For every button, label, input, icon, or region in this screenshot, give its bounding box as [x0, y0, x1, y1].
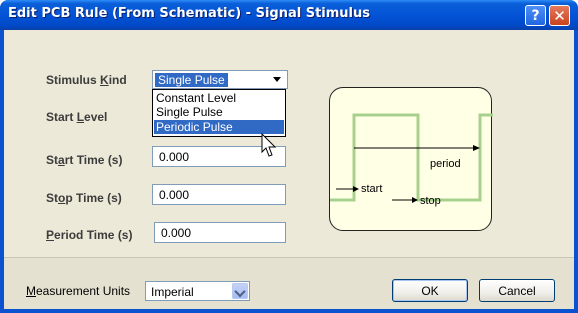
start-level-label: Start Level: [46, 110, 108, 124]
period-time-field[interactable]: 0.000: [154, 222, 286, 243]
start-time-label: Start Time (s): [46, 153, 123, 167]
option-constant-level[interactable]: Constant Level: [154, 91, 284, 105]
stimulus-kind-dropdown[interactable]: Single Pulse: [152, 70, 288, 89]
cancel-button[interactable]: Cancel: [479, 279, 555, 302]
close-icon: ✕: [553, 6, 566, 25]
measurement-units-value: Imperial: [151, 285, 194, 299]
stimulus-waveform-diagram: period start stop: [329, 87, 493, 231]
dialog-client-area: Stimulus Kind Single Pulse Start Level S…: [4, 30, 574, 309]
help-button[interactable]: ?: [525, 5, 546, 26]
period-label: period: [430, 158, 461, 170]
start-label: start: [361, 183, 382, 195]
option-single-pulse[interactable]: Single Pulse: [154, 105, 284, 119]
stop-label: stop: [420, 195, 441, 207]
close-button[interactable]: ✕: [549, 5, 570, 26]
stimulus-kind-value: Single Pulse: [155, 73, 228, 87]
option-periodic-pulse[interactable]: Periodic Pulse: [154, 120, 284, 134]
period-time-label: Period Time (s): [46, 228, 133, 242]
title-bar[interactable]: Edit PCB Rule (From Schematic) - Signal …: [0, 0, 578, 30]
stimulus-kind-options-list: Constant Level Single Pulse Periodic Pul…: [152, 89, 286, 137]
dialog-window: Edit PCB Rule (From Schematic) - Signal …: [0, 0, 578, 313]
measurement-units-dropdown[interactable]: Imperial: [145, 281, 250, 301]
stop-time-field[interactable]: 0.000: [152, 184, 286, 205]
ok-button-label: OK: [421, 283, 439, 298]
stimulus-kind-label: Stimulus Kind: [46, 73, 127, 87]
dropdown-arrow-icon[interactable]: [273, 77, 281, 82]
waveform-graphic: period start stop: [330, 113, 493, 207]
stop-time-label: Stop Time (s): [46, 191, 122, 205]
chevron-down-icon[interactable]: [232, 283, 248, 299]
cancel-button-label: Cancel: [498, 283, 536, 298]
window-title: Edit PCB Rule (From Schematic) - Signal …: [8, 6, 370, 21]
mouse-pointer-icon: [261, 133, 277, 157]
help-icon: ?: [531, 7, 540, 24]
ok-button[interactable]: OK: [392, 279, 468, 302]
measurement-units-label: Measurement Units: [26, 284, 131, 298]
